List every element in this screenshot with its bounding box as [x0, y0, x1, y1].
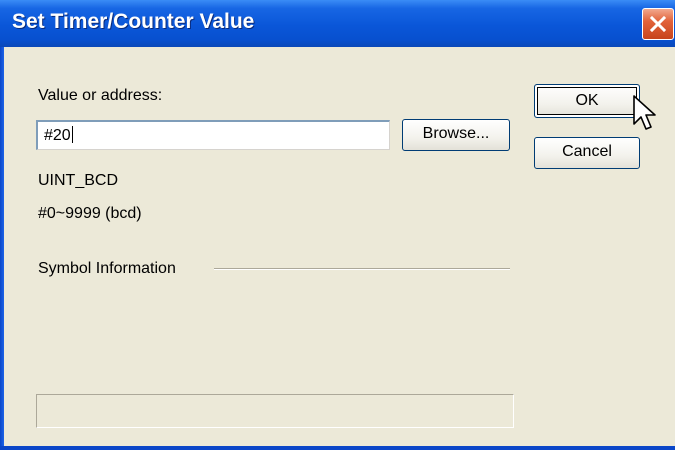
dialog-window: Set Timer/Counter Value Value or address…	[0, 0, 675, 450]
group-separator	[214, 268, 510, 270]
value-input-text: #20	[44, 127, 71, 144]
cancel-button[interactable]: Cancel	[534, 137, 640, 169]
range-text: #0~9999 (bcd)	[38, 205, 142, 222]
window-title: Set Timer/Counter Value	[12, 10, 255, 33]
arrow-cursor-icon	[633, 95, 656, 130]
text-caret	[71, 126, 73, 143]
value-field-label: Value or address:	[38, 87, 163, 104]
ok-button[interactable]: OK	[534, 84, 640, 118]
symbol-info-box	[36, 394, 514, 428]
symbol-information-label: Symbol Information	[38, 260, 176, 277]
data-type-text: UINT_BCD	[38, 172, 119, 189]
close-button[interactable]	[642, 8, 674, 40]
value-input[interactable]: #20	[36, 120, 390, 150]
close-icon	[649, 15, 667, 33]
browse-button[interactable]: Browse...	[402, 119, 510, 151]
window-frame-left	[0, 47, 4, 450]
window-frame-bottom	[0, 446, 675, 450]
title-bar[interactable]: Set Timer/Counter Value	[0, 0, 675, 47]
